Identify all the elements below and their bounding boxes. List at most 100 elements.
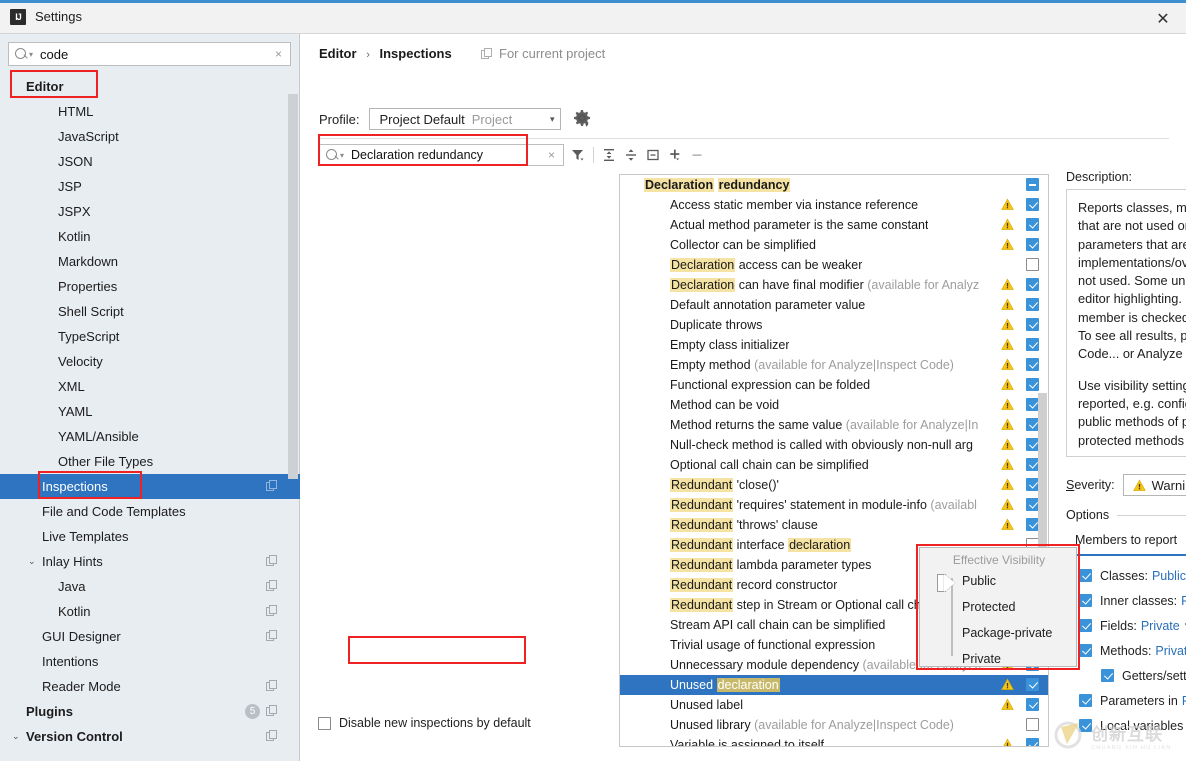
- inspection-enabled-checkbox[interactable]: [1026, 378, 1039, 391]
- inspection-enabled-checkbox[interactable]: [1026, 258, 1039, 271]
- inspection-row[interactable]: Unused declaration: [620, 675, 1048, 695]
- inspection-enabled-checkbox[interactable]: [1026, 738, 1039, 747]
- inspection-row[interactable]: Actual method parameter is the same cons…: [620, 215, 1048, 235]
- sidebar-item-file-and-code-templates[interactable]: File and Code Templates: [0, 499, 300, 524]
- inspection-enabled-checkbox[interactable]: [1026, 318, 1039, 331]
- severity-combobox[interactable]: Warning ▾: [1123, 474, 1186, 496]
- inspection-row[interactable]: Empty method (available for Analyze|Insp…: [620, 355, 1048, 375]
- inspection-enabled-checkbox[interactable]: [1026, 218, 1039, 231]
- sidebar-item-jsp[interactable]: JSP: [0, 174, 300, 199]
- collapse-panel-icon[interactable]: [642, 144, 664, 166]
- sidebar-item-html[interactable]: HTML: [0, 99, 300, 124]
- chevron-down-icon[interactable]: ⌄: [12, 731, 26, 742]
- expand-all-icon[interactable]: [598, 144, 620, 166]
- sidebar-item-shell-script[interactable]: Shell Script: [0, 299, 300, 324]
- copy-settings-icon[interactable]: [266, 730, 278, 742]
- option-visibility-value[interactable]: Public: [1181, 594, 1186, 608]
- sidebar-item-velocity[interactable]: Velocity: [0, 349, 300, 374]
- sidebar-item-java[interactable]: Java: [0, 574, 300, 599]
- visibility-option-private[interactable]: Private: [962, 652, 1001, 666]
- copy-settings-icon[interactable]: [266, 705, 278, 717]
- inspection-enabled-checkbox[interactable]: [1026, 698, 1039, 711]
- sidebar-item-version-control[interactable]: ⌄Version Control: [0, 724, 300, 749]
- inspection-search-input[interactable]: Declaration redundancy: [351, 148, 483, 162]
- inspection-row[interactable]: Collector can be simplified: [620, 235, 1048, 255]
- inspection-enabled-checkbox[interactable]: [1026, 358, 1039, 371]
- tab-members-to-report[interactable]: Members to report: [1066, 529, 1186, 556]
- search-dropdown-caret-icon[interactable]: ▾: [340, 151, 344, 160]
- checkbox-box[interactable]: [318, 717, 331, 730]
- sidebar-item-kotlin[interactable]: Kotlin: [0, 224, 300, 249]
- option-row[interactable]: Fields:Private▾: [1079, 613, 1186, 638]
- inspection-row[interactable]: Functional expression can be folded: [620, 375, 1048, 395]
- sidebar-item-plugins[interactable]: Plugins5: [0, 699, 300, 724]
- gear-icon[interactable]: ▾: [572, 108, 592, 128]
- option-checkbox[interactable]: [1101, 669, 1114, 682]
- sidebar-item-inlay-hints[interactable]: ⌄Inlay Hints: [0, 549, 300, 574]
- inspection-row[interactable]: Declaration access can be weaker: [620, 255, 1048, 275]
- sidebar-item-yaml[interactable]: YAML: [0, 399, 300, 424]
- inspection-enabled-checkbox[interactable]: [1026, 198, 1039, 211]
- breadcrumb-root[interactable]: Editor: [319, 46, 357, 61]
- option-visibility-value[interactable]: Private: [1141, 619, 1180, 633]
- remove-icon[interactable]: [686, 144, 708, 166]
- inspection-row[interactable]: Access static member via instance refere…: [620, 195, 1048, 215]
- sidebar-item-yaml-ansible[interactable]: YAML/Ansible: [0, 424, 300, 449]
- visibility-option-protected[interactable]: Protected: [962, 600, 1016, 614]
- collapse-all-icon[interactable]: [620, 144, 642, 166]
- sidebar-item-properties[interactable]: Properties: [0, 274, 300, 299]
- close-icon[interactable]: ✕: [1140, 3, 1186, 34]
- search-dropdown-caret-icon[interactable]: ▾: [29, 50, 33, 59]
- inspection-row[interactable]: Redundant 'throws' clause: [620, 515, 1048, 535]
- inspection-enabled-checkbox[interactable]: [1026, 678, 1039, 691]
- copy-settings-icon[interactable]: [266, 555, 278, 567]
- profile-combobox[interactable]: Project Default Project ▾: [369, 108, 561, 130]
- visibility-option-public[interactable]: Public: [962, 574, 996, 588]
- inspection-search-field[interactable]: ▾ Declaration redundancy ×: [319, 144, 564, 166]
- inspection-enabled-checkbox[interactable]: [1026, 298, 1039, 311]
- sidebar-item-jspx[interactable]: JSPX: [0, 199, 300, 224]
- option-row[interactable]: Classes:Public▾: [1079, 563, 1186, 588]
- sidebar-item-typescript[interactable]: TypeScript: [0, 324, 300, 349]
- filter-icon[interactable]: [567, 144, 589, 166]
- option-visibility-value[interactable]: Public: [1182, 694, 1186, 708]
- sidebar-item-markdown[interactable]: Markdown: [0, 249, 300, 274]
- sidebar-item-xml[interactable]: XML: [0, 374, 300, 399]
- chevron-down-icon[interactable]: ⌄: [28, 556, 42, 567]
- inspection-row[interactable]: Method returns the same value (available…: [620, 415, 1048, 435]
- copy-settings-icon[interactable]: [266, 580, 278, 592]
- sidebar-item-editor[interactable]: Editor: [0, 74, 300, 99]
- disable-new-inspections-checkbox[interactable]: Disable new inspections by default: [318, 716, 531, 730]
- inspection-row[interactable]: Optional call chain can be simplified: [620, 455, 1048, 475]
- add-icon[interactable]: [664, 144, 686, 166]
- inspection-row[interactable]: Duplicate throws: [620, 315, 1048, 335]
- sidebar-item-json[interactable]: JSON: [0, 149, 300, 174]
- option-row[interactable]: Parameters inPublic▾: [1079, 688, 1186, 713]
- sidebar-search-field[interactable]: ▾ code ×: [8, 42, 291, 66]
- sidebar-item-kotlin[interactable]: Kotlin: [0, 599, 300, 624]
- inspection-row[interactable]: Declaration can have final modifier (ava…: [620, 275, 1048, 295]
- copy-settings-icon[interactable]: [266, 480, 278, 492]
- option-checkbox[interactable]: [1079, 694, 1092, 707]
- sidebar-item-other-file-types[interactable]: Other File Types: [0, 449, 300, 474]
- inspection-enabled-checkbox[interactable]: [1026, 338, 1039, 351]
- option-checkbox[interactable]: [1079, 644, 1092, 657]
- inspection-row[interactable]: Variable is assigned to itself: [620, 735, 1048, 747]
- inspection-row[interactable]: Redundant 'close()': [620, 475, 1048, 495]
- option-visibility-value[interactable]: Public: [1152, 569, 1186, 583]
- copy-settings-icon[interactable]: [266, 605, 278, 617]
- chevron-down-icon[interactable]: ▾: [538, 114, 555, 125]
- inspection-enabled-checkbox[interactable]: [1026, 278, 1039, 291]
- option-row[interactable]: Methods:Private▾: [1079, 638, 1186, 663]
- inspection-row[interactable]: Method can be void: [620, 395, 1048, 415]
- sidebar-item-reader-mode[interactable]: Reader Mode: [0, 674, 300, 699]
- sidebar-scrollbar[interactable]: [288, 94, 298, 479]
- sidebar-item-live-templates[interactable]: Live Templates: [0, 524, 300, 549]
- clear-search-icon[interactable]: ×: [275, 47, 282, 61]
- inspection-row[interactable]: Unused library (available for Analyze|In…: [620, 715, 1048, 735]
- inspection-row[interactable]: Unused label: [620, 695, 1048, 715]
- inspection-row[interactable]: Empty class initializer: [620, 335, 1048, 355]
- sidebar-search-input[interactable]: code: [40, 47, 68, 62]
- sidebar-item-intentions[interactable]: Intentions: [0, 649, 300, 674]
- option-checkbox[interactable]: [1079, 594, 1092, 607]
